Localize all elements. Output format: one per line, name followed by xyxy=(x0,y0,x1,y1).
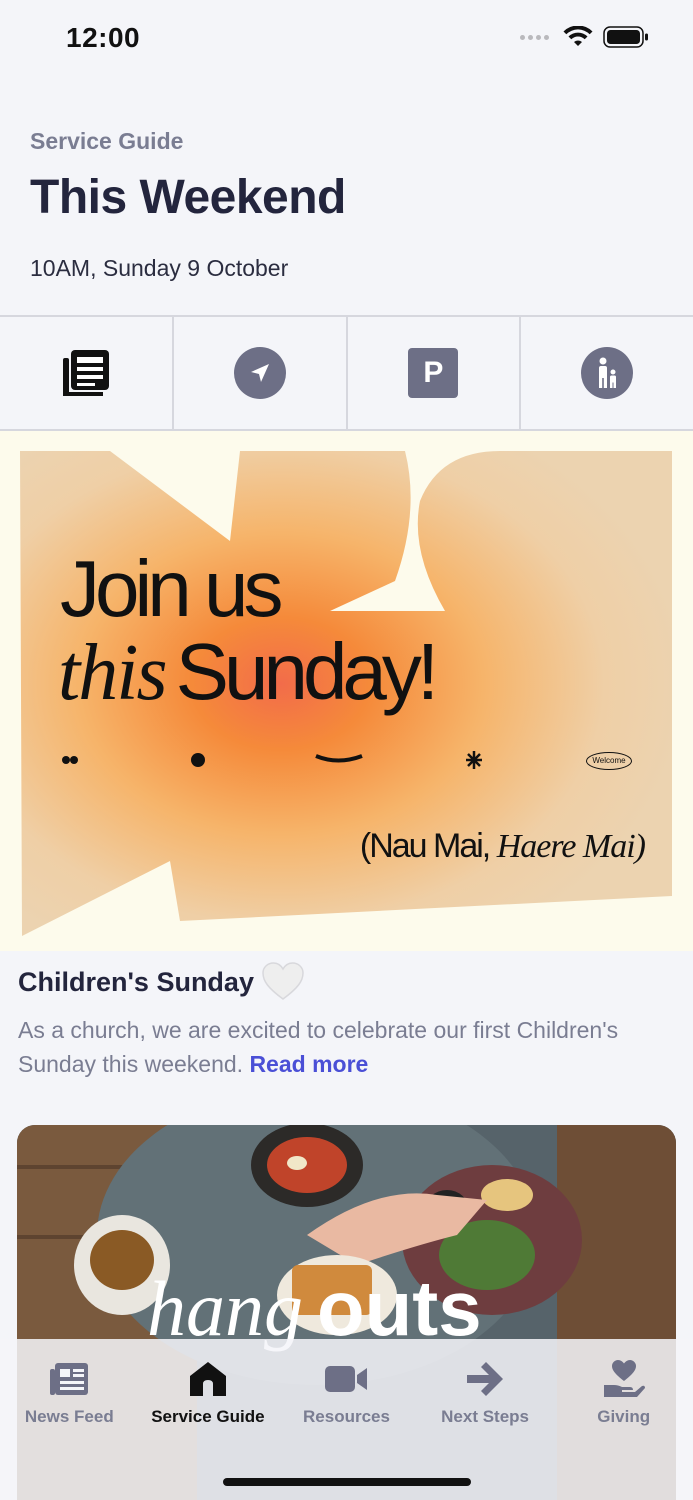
arrow-right-icon xyxy=(463,1357,507,1401)
parking-icon: P xyxy=(408,348,459,398)
home-icon xyxy=(186,1357,230,1401)
quick-action-directions[interactable] xyxy=(174,317,348,429)
tab-label: Next Steps xyxy=(441,1407,530,1426)
newspaper-icon xyxy=(47,1357,91,1401)
tab-label: Service Guide xyxy=(151,1407,265,1426)
location-arrow-icon xyxy=(233,347,286,399)
banner-subtitle-main: (Nau Mai, xyxy=(359,827,491,865)
quick-action-news[interactable] xyxy=(0,317,174,429)
heart-icon[interactable] xyxy=(262,962,304,1002)
banner-headline-2: this Sunday! xyxy=(58,626,440,719)
battery-icon xyxy=(603,26,648,48)
tab-label: Giving xyxy=(597,1407,651,1426)
banner-main-word: Sunday! xyxy=(175,627,440,716)
service-date: 10AM, Sunday 9 October xyxy=(30,255,289,281)
tab-label: Resources xyxy=(303,1407,390,1426)
tab-label: News Feed xyxy=(24,1407,114,1426)
banner-welcome-badge: Welcome xyxy=(586,752,632,770)
quick-actions: P xyxy=(0,315,693,431)
home-indicator[interactable] xyxy=(223,1478,471,1486)
banner-headline: Join us xyxy=(60,544,283,633)
article-summary: As a church, we are excited to celebrate… xyxy=(18,1013,678,1081)
banner-subtitle: (Nau Mai, Haere Mai) xyxy=(359,827,646,866)
news-icon xyxy=(62,350,109,396)
video-camera-icon xyxy=(324,1357,368,1401)
event-banner[interactable]: Join us this Sunday! Welcome (Nau Mai, Ha… xyxy=(0,431,693,951)
read-more-link[interactable]: Read more xyxy=(249,1051,368,1077)
page-eyebrow: Service Guide xyxy=(30,128,184,154)
signal-icon xyxy=(520,34,549,40)
article-title: Children's Sunday xyxy=(18,966,254,997)
tab-bar: News Feed Service Guide Resources Next S… xyxy=(0,1339,693,1500)
tab-news-feed[interactable]: News Feed xyxy=(0,1357,139,1500)
article-header: Children's Sunday xyxy=(18,962,304,1002)
heart-hand-icon xyxy=(602,1357,646,1401)
wifi-icon xyxy=(563,26,593,46)
banner-subtitle-script: Haere Mai) xyxy=(496,828,646,865)
status-time: 12:00 xyxy=(66,22,141,53)
quick-action-kids[interactable] xyxy=(521,317,693,429)
tab-giving[interactable]: Giving xyxy=(554,1357,693,1500)
status-icons xyxy=(520,26,649,48)
quick-action-parking[interactable]: P xyxy=(348,317,522,429)
banner-script-word: this xyxy=(58,629,168,717)
family-icon xyxy=(581,347,634,399)
page-title: This Weekend xyxy=(30,171,346,224)
status-bar: 12:00 xyxy=(0,0,693,80)
